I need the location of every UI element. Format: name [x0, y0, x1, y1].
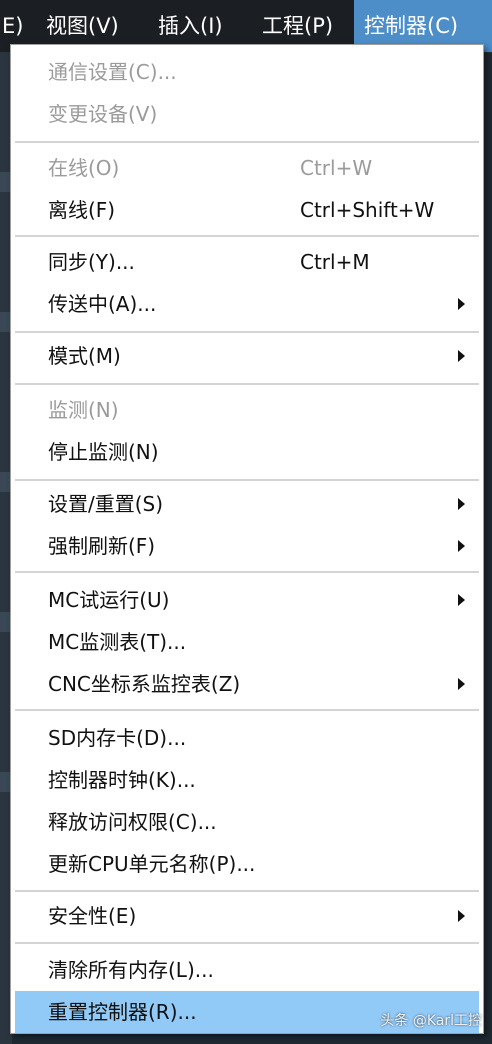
menu-item-shortcut: Ctrl+Shift+W [300, 198, 435, 222]
menu-item-mode[interactable]: 模式(M) [15, 335, 479, 377]
menu-item-label: 停止监测(N) [48, 440, 159, 464]
watermark: 头条 @Karl工控 [380, 1013, 482, 1029]
menu-item-update-cpu-unit-name[interactable]: 更新CPU单元名称(P)... [15, 843, 479, 885]
menu-separator [15, 571, 479, 574]
menu-item-change-device[interactable]: 变更设备(V) [15, 93, 479, 135]
menu-separator [15, 235, 479, 238]
menu-item-cnc-coordinate-monitor[interactable]: CNC坐标系监控表(Z) [15, 663, 479, 705]
menu-item-label: 重置控制器(R)... [48, 1000, 197, 1024]
menu-separator [15, 331, 479, 334]
menu-separator [15, 709, 479, 712]
menu-item-release-access-right[interactable]: 释放访问权限(C)... [15, 801, 479, 843]
menu-item-label: 同步(Y)... [48, 250, 135, 274]
submenu-arrow-icon [458, 540, 465, 552]
menu-item-synchronize[interactable]: 同步(Y)... Ctrl+M [15, 241, 479, 283]
menu-item-label: 监测(N) [48, 398, 119, 422]
menu-item-label: 释放访问权限(C)... [48, 810, 217, 834]
menu-item-label: 模式(M) [48, 344, 121, 368]
menu-item-monitor[interactable]: 监测(N) [15, 389, 479, 431]
menu-item-set-reset[interactable]: 设置/重置(S) [15, 483, 479, 525]
submenu-arrow-icon [458, 298, 465, 310]
menu-item-label: 设置/重置(S) [48, 492, 164, 516]
menu-separator [15, 890, 479, 893]
menu-item-communication-settings[interactable]: 通信设置(C)... [15, 51, 479, 93]
menu-item-stop-monitor[interactable]: 停止监测(N) [15, 431, 479, 473]
submenu-arrow-icon [458, 498, 465, 510]
menu-separator [15, 942, 479, 945]
menu-item-forced-refresh[interactable]: 强制刷新(F) [15, 525, 479, 567]
menu-item-label: 更新CPU单元名称(P)... [48, 852, 256, 876]
menu-item-label: MC试运行(U) [48, 588, 170, 612]
menu-item-shortcut: Ctrl+M [300, 250, 370, 274]
menu-item-transfer[interactable]: 传送中(A)... [15, 283, 479, 325]
menu-item-label: MC监测表(T)... [48, 630, 187, 654]
menu-item-security[interactable]: 安全性(E) [15, 895, 479, 937]
menu-item-label: 清除所有内存(L)... [48, 958, 214, 982]
controller-dropdown-menu: 通信设置(C)... 变更设备(V) 在线(O) Ctrl+W 离线(F) Ct… [10, 44, 484, 1034]
menu-item-label: 传送中(A)... [48, 292, 157, 316]
submenu-arrow-icon [458, 910, 465, 922]
menu-item-label: 安全性(E) [48, 904, 137, 928]
menu-item-label: 变更设备(V) [48, 102, 158, 126]
menu-item-clear-all-memory[interactable]: 清除所有内存(L)... [15, 949, 479, 991]
menu-item-offline[interactable]: 离线(F) Ctrl+Shift+W [15, 189, 479, 231]
menu-item-controller-clock[interactable]: 控制器时钟(K)... [15, 759, 479, 801]
menu-item-shortcut: Ctrl+W [300, 156, 373, 180]
menu-item-mc-monitor-table[interactable]: MC监测表(T)... [15, 621, 479, 663]
menu-separator [15, 383, 479, 386]
menu-item-label: SD内存卡(D)... [48, 726, 187, 750]
submenu-arrow-icon [458, 350, 465, 362]
menu-item-online[interactable]: 在线(O) Ctrl+W [15, 147, 479, 189]
menu-item-label: 控制器时钟(K)... [48, 768, 196, 792]
menu-item-label: 通信设置(C)... [48, 60, 177, 84]
submenu-arrow-icon [458, 594, 465, 606]
menu-separator [15, 479, 479, 482]
submenu-arrow-icon [458, 678, 465, 690]
menu-item-label: 在线(O) [48, 156, 120, 180]
menu-item-mc-test-run[interactable]: MC试运行(U) [15, 579, 479, 621]
menu-item-label: 离线(F) [48, 198, 116, 222]
menu-item-sd-memory-card[interactable]: SD内存卡(D)... [15, 717, 479, 759]
menu-item-label: 强制刷新(F) [48, 534, 156, 558]
menu-item-label: CNC坐标系监控表(Z) [48, 672, 241, 696]
menu-separator [15, 141, 479, 144]
